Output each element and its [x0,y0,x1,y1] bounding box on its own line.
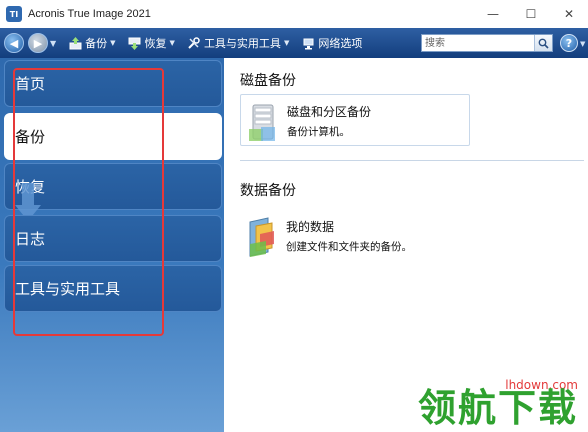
toolbar-network-options[interactable]: 网络选项 [295,28,368,58]
toolbar-recover-menu[interactable]: 恢复 ▼ [122,28,181,58]
watermark: lhdown.com 领航下载 [402,376,584,432]
recover-icon [128,36,142,50]
chevron-down-icon: ▼ [110,39,116,47]
tools-icon [187,36,201,50]
toolbar-network-label: 网络选项 [318,37,363,50]
arrow-right-icon: ▶ [33,36,43,50]
watermark-text: 领航下载 [417,386,578,430]
title-bar: TI Acronis True Image 2021 — ☐ ✕ [0,0,588,28]
card-subtitle: 创建文件和文件夹的备份。 [286,241,412,253]
chevron-down-icon: ▼ [169,39,175,47]
chevron-down-icon: ▼ [283,39,290,47]
backup-icon [68,36,82,50]
section-title-disk-backup: 磁盘备份 [240,73,296,89]
toolbar-backup-label: 备份 [85,37,108,50]
maximize-button[interactable]: ☐ [512,0,550,28]
window-controls: — ☐ ✕ [474,0,588,28]
toolbar-backup-menu[interactable]: 备份 ▼ [62,28,121,58]
help-dropdown-icon[interactable]: ▼ [580,40,585,48]
data-folder-icon [246,214,280,258]
back-button[interactable]: ◀ [4,33,24,53]
search-icon [538,38,549,49]
history-dropdown-icon[interactable]: ▼ [50,39,56,48]
my-data-card[interactable]: 我的数据 创建文件和文件夹的备份。 [240,210,470,262]
minimize-button[interactable]: — [474,0,512,28]
card-title: 我的数据 [286,220,335,234]
main-content: 磁盘备份 磁盘和分区备份 备份计算机。 数据备份 我的数据 创建文件和文件夹的备… [224,58,588,432]
card-title: 磁盘和分区备份 [287,105,372,119]
section-divider [240,160,584,161]
annotation-highlight-box [13,68,164,336]
window-title: Acronis True Image 2021 [28,8,151,20]
search-box [421,34,553,52]
help-button[interactable]: ? [560,34,578,52]
network-icon [301,36,315,50]
card-subtitle: 备份计算机。 [287,126,350,138]
disk-partition-backup-card[interactable]: 磁盘和分区备份 备份计算机。 [240,94,470,146]
search-input[interactable] [422,35,534,51]
close-button[interactable]: ✕ [550,0,588,28]
toolbar-recover-label: 恢复 [144,37,167,50]
disk-server-icon [247,99,281,143]
search-button[interactable] [534,35,552,51]
section-title-data-backup: 数据备份 [240,183,296,199]
toolbar-tools-menu[interactable]: 工具与实用工具 ▼ [181,28,295,58]
toolbar-tools-label: 工具与实用工具 [203,37,281,50]
arrow-left-icon: ◀ [9,36,19,50]
forward-button[interactable]: ▶ [28,33,48,53]
app-logo-icon: TI [6,6,22,22]
